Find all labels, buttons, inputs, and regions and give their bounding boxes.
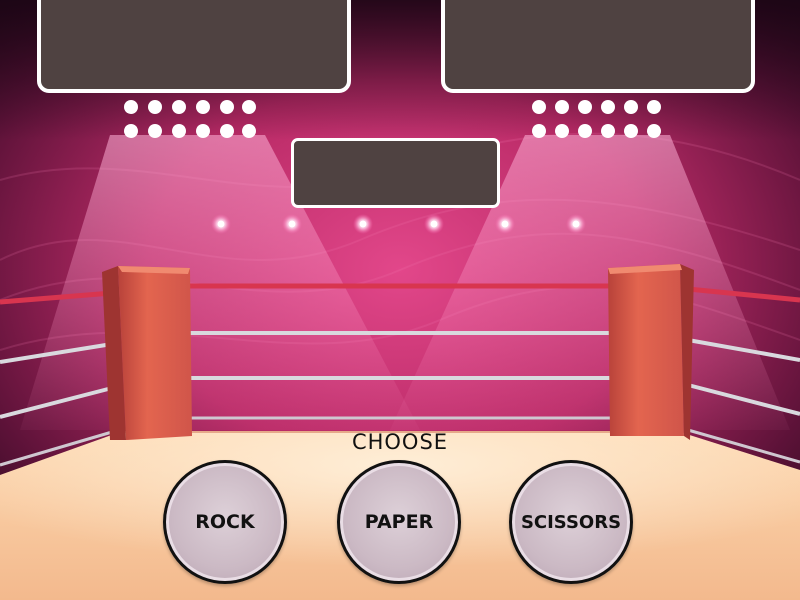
paper-button-label: PAPER — [364, 511, 434, 533]
opponent-score-panel — [441, 0, 755, 93]
scissors-button[interactable]: SCISSORS — [509, 460, 633, 584]
round-result-panel — [291, 138, 500, 208]
scissors-button-label: SCISSORS — [520, 511, 622, 533]
game-stage: CHOOSE ROCK PAPER SCISSORS — [0, 0, 800, 600]
rock-button-label: ROCK — [195, 511, 255, 533]
choose-prompt: CHOOSE — [351, 430, 449, 454]
paper-button[interactable]: PAPER — [337, 460, 461, 584]
rock-button[interactable]: ROCK — [163, 460, 287, 584]
player-score-panel — [37, 0, 351, 93]
